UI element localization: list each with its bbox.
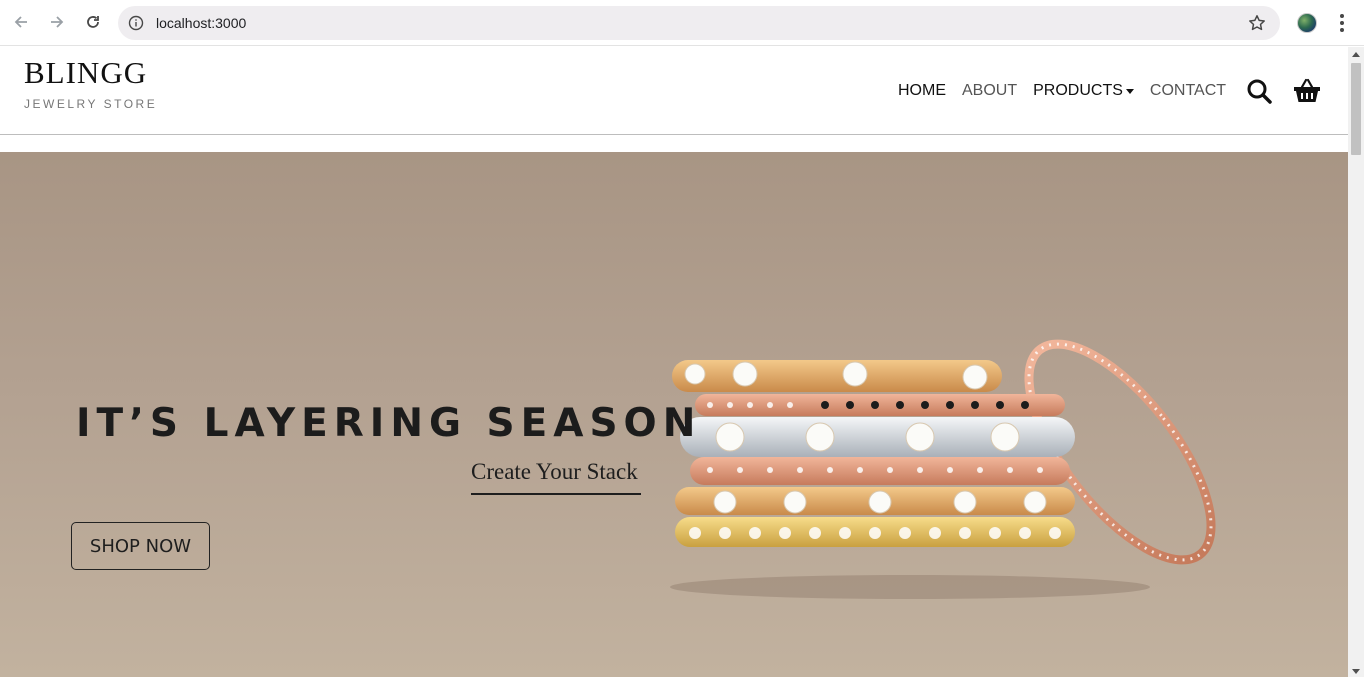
hero-subtitle[interactable]: Create Your Stack	[471, 459, 641, 495]
page-scrollbar[interactable]	[1348, 47, 1364, 677]
page-viewport: BLINGG JEWELRY STORE HOME ABOUT PRODUCTS…	[0, 47, 1348, 677]
forward-icon[interactable]	[45, 10, 69, 34]
scroll-down-icon[interactable]	[1352, 669, 1360, 674]
nav-home[interactable]: HOME	[898, 81, 946, 101]
brand-tagline: JEWELRY STORE	[24, 97, 158, 111]
brand-name: BLINGG	[24, 55, 148, 90]
back-icon[interactable]	[9, 10, 33, 34]
basket-icon[interactable]	[1292, 76, 1322, 106]
rings-image	[670, 339, 1216, 599]
nav-about[interactable]: ABOUT	[962, 81, 1017, 101]
scroll-up-icon[interactable]	[1352, 52, 1360, 57]
profile-avatar[interactable]	[1297, 13, 1317, 33]
scrollbar-thumb[interactable]	[1351, 63, 1361, 155]
browser-toolbar: localhost:3000	[0, 0, 1364, 46]
menu-kebab-icon[interactable]	[1334, 11, 1350, 35]
nav-contact[interactable]: CONTACT	[1150, 81, 1226, 101]
hero-banner: IT’S LAYERING SEASON Create Your Stack S…	[0, 152, 1348, 677]
brand-logo[interactable]: BLINGG JEWELRY STORE	[24, 55, 157, 111]
address-bar[interactable]: localhost:3000	[118, 6, 1280, 40]
star-icon[interactable]	[1246, 12, 1268, 34]
nav-products-label: PRODUCTS	[1033, 82, 1123, 99]
site-header: BLINGG JEWELRY STORE HOME ABOUT PRODUCTS…	[0, 47, 1348, 135]
reload-icon[interactable]	[81, 10, 105, 34]
url-text[interactable]: localhost:3000	[156, 6, 246, 40]
nav-products[interactable]: PRODUCTS	[1033, 81, 1134, 101]
info-icon[interactable]	[126, 13, 146, 33]
shop-now-button[interactable]: SHOP NOW	[71, 522, 210, 570]
hero-title: IT’S LAYERING SEASON	[76, 401, 702, 446]
main-nav: HOME ABOUT PRODUCTS CONTACT	[898, 81, 1242, 101]
chevron-down-icon	[1125, 88, 1134, 94]
search-icon[interactable]	[1244, 76, 1274, 106]
